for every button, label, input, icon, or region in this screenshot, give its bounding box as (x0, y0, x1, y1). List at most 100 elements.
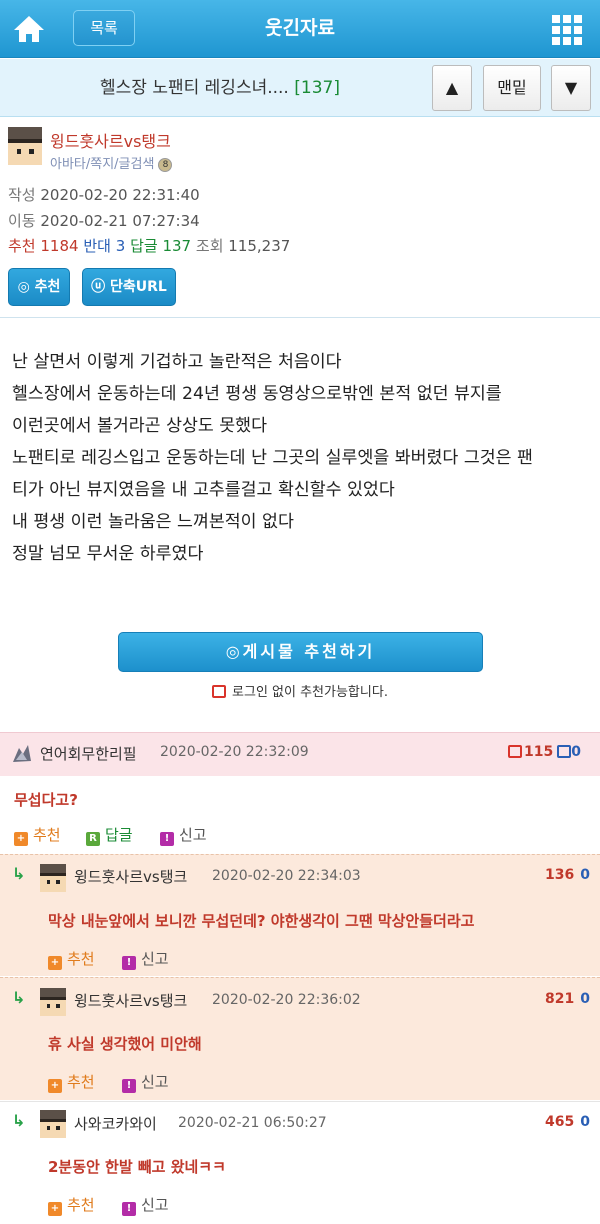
reply-report-label: 신고 (141, 1073, 169, 1091)
level-badge-icon: 8 (158, 157, 173, 172)
comment-text: 무섭다고? (14, 791, 78, 809)
post-title-text: 헬스장 노팬티 레깅스녀.... (100, 78, 289, 98)
comment-score: 115 0 (508, 744, 581, 760)
body-line: 헬스장에서 운동하는데 24년 평생 동영상으로밖엔 본적 없던 뷰지를 (12, 384, 502, 404)
reply-count: 137 (162, 237, 192, 255)
oppose-label: 반대 (83, 237, 111, 255)
body-line: 이런곳에서 볼거라곤 상상도 못했다 (12, 416, 267, 436)
reply-recommend-label: 추천 (67, 1196, 95, 1214)
moved-line: 이동 2020-02-21 07:27:34 (8, 210, 200, 231)
thumbs-up-icon[interactable] (508, 745, 522, 758)
report-icon: ! (122, 956, 136, 970)
author-avatar[interactable] (8, 127, 42, 165)
short-url-label: 단축URL (110, 279, 167, 295)
plus-icon: + (48, 1202, 62, 1216)
reply-report[interactable]: ! 신고 (122, 948, 169, 970)
replier-avatar[interactable] (40, 1110, 66, 1138)
reply-text: 2분동안 한발 빼고 왔네ㅋㅋ (48, 1158, 226, 1176)
reply-recommend-label: 추천 (67, 950, 95, 968)
plus-icon: + (14, 832, 28, 846)
report-icon: ! (122, 1079, 136, 1093)
commenter-name[interactable]: 연어회무한리필 (40, 743, 137, 764)
no-login-text: 로그인 없이 추천가능합니다. (232, 685, 388, 700)
up-count: 465 (545, 1114, 575, 1130)
reply-report[interactable]: ! 신고 (122, 1071, 169, 1093)
short-url-button[interactable]: ⓤ 단축URL (82, 268, 176, 306)
comment-recommend-label: 추천 (33, 826, 61, 844)
reply-date: 2020-02-20 22:34:03 (212, 868, 361, 884)
thumbs-up-icon (212, 685, 227, 698)
post-title-bar: 헬스장 노팬티 레깅스녀.... [137] ▲ 맨밑 ▼ (0, 59, 600, 117)
url-circle-icon: ⓤ (91, 279, 106, 295)
author-links[interactable]: 아바타/쪽지/글검색 8 (50, 153, 173, 172)
grid-menu-icon[interactable] (552, 15, 582, 45)
reply-recommend-label: 추천 (67, 1073, 95, 1091)
created-date: 2020-02-20 22:31:40 (40, 186, 200, 204)
thumbs-down-icon[interactable] (557, 745, 572, 758)
body-line: 노팬티로 레깅스입고 운동하는데 난 그곳의 실루엣을 봐버렸다 그것은 팬 (12, 448, 533, 468)
comment-date: 2020-02-20 22:32:09 (160, 744, 309, 760)
post-recommend-button[interactable]: ◎게시물 추천하기 (118, 632, 483, 672)
author-name[interactable]: 윙드훗사르vs탱크 (50, 128, 171, 152)
recommend-button[interactable]: ◎ 추천 (8, 268, 70, 306)
replier-name[interactable]: 윙드훗사르vs탱크 (74, 990, 187, 1011)
home-icon[interactable] (10, 11, 48, 47)
replier-name[interactable]: 사와코카와이 (74, 1113, 157, 1134)
views-label: 조회 (195, 237, 224, 255)
scroll-down-button[interactable]: ▼ (551, 65, 591, 111)
replier-avatar[interactable] (40, 988, 66, 1016)
replier-avatar[interactable] (40, 864, 66, 892)
reply-icon: R (86, 832, 100, 846)
body-line: 정말 넘모 무서운 하루였다 (12, 544, 204, 564)
reply-score: 821 0 (545, 991, 590, 1007)
reply-text: 막상 내눈앞에서 보니깐 무섭던데? 야한생각이 그땐 막상안들더라고 (48, 912, 475, 930)
no-login-note: 로그인 없이 추천가능합니다. (0, 681, 600, 700)
down-count: 0 (580, 1114, 590, 1130)
reply-recommend[interactable]: + 추천 (48, 948, 95, 970)
reply-arrow-icon: ↳ (12, 988, 26, 1007)
post-stats: 추천 1184 반대 3 답글 137 조회 115,237 (8, 235, 290, 256)
scroll-bottom-button[interactable]: 맨밑 (483, 65, 541, 111)
down-count: 0 (580, 867, 590, 883)
list-button[interactable]: 목록 (73, 10, 135, 46)
comment-report[interactable]: ! 신고 (160, 824, 207, 846)
reply-report-label: 신고 (141, 950, 169, 968)
views-count: 115,237 (228, 237, 291, 255)
comment-reply-label: 답글 (105, 826, 133, 844)
created-label: 작성 (8, 186, 36, 204)
reply-date: 2020-02-21 06:50:27 (178, 1115, 327, 1131)
comment-report-label: 신고 (179, 826, 207, 844)
comment-reply[interactable]: R 답글 (86, 824, 133, 846)
post-body: 난 살면서 이렇게 기겁하고 놀란적은 처음이다 헬스장에서 운동하는데 24년… (12, 346, 592, 570)
board-title: 웃긴자료 (265, 17, 335, 39)
down-count: 0 (571, 744, 581, 760)
reply-score: 136 0 (545, 867, 590, 883)
body-line: 티가 아닌 뷰지였음을 내 고추를걸고 확신할수 있었다 (12, 480, 395, 500)
body-line: 난 살면서 이렇게 기겁하고 놀란적은 처음이다 (12, 352, 342, 372)
report-icon: ! (122, 1202, 136, 1216)
body-line: 내 평생 이런 놀라움은 느껴본적이 없다 (12, 512, 294, 532)
top-navigation-bar: 목록 웃긴자료 (0, 0, 600, 58)
post-title: 헬스장 노팬티 레깅스녀.... [137] (20, 59, 420, 117)
report-icon: ! (160, 832, 174, 846)
up-count: 115 (524, 744, 554, 760)
up-count: 821 (545, 991, 575, 1007)
up-count: 136 (545, 867, 575, 883)
comment-recommend[interactable]: + 추천 (14, 824, 61, 846)
reply-recommend[interactable]: + 추천 (48, 1071, 95, 1093)
commenter-avatar[interactable] (10, 742, 34, 766)
replier-name[interactable]: 윙드훗사르vs탱크 (74, 866, 187, 887)
reply-date: 2020-02-20 22:36:02 (212, 992, 361, 1008)
author-links-text[interactable]: 아바타/쪽지/글검색 (50, 157, 154, 172)
reply-report-label: 신고 (141, 1196, 169, 1214)
reply-report[interactable]: ! 신고 (122, 1194, 169, 1216)
reply-score: 465 0 (545, 1114, 590, 1130)
moved-label: 이동 (8, 212, 36, 230)
oppose-count: 3 (115, 237, 126, 255)
plus-icon: + (48, 1079, 62, 1093)
reply-recommend[interactable]: + 추천 (48, 1194, 95, 1216)
recommend-circle-icon: ◎ (17, 279, 30, 295)
scroll-up-button[interactable]: ▲ (432, 65, 472, 111)
plus-icon: + (48, 956, 62, 970)
reply-arrow-icon: ↳ (12, 864, 26, 883)
